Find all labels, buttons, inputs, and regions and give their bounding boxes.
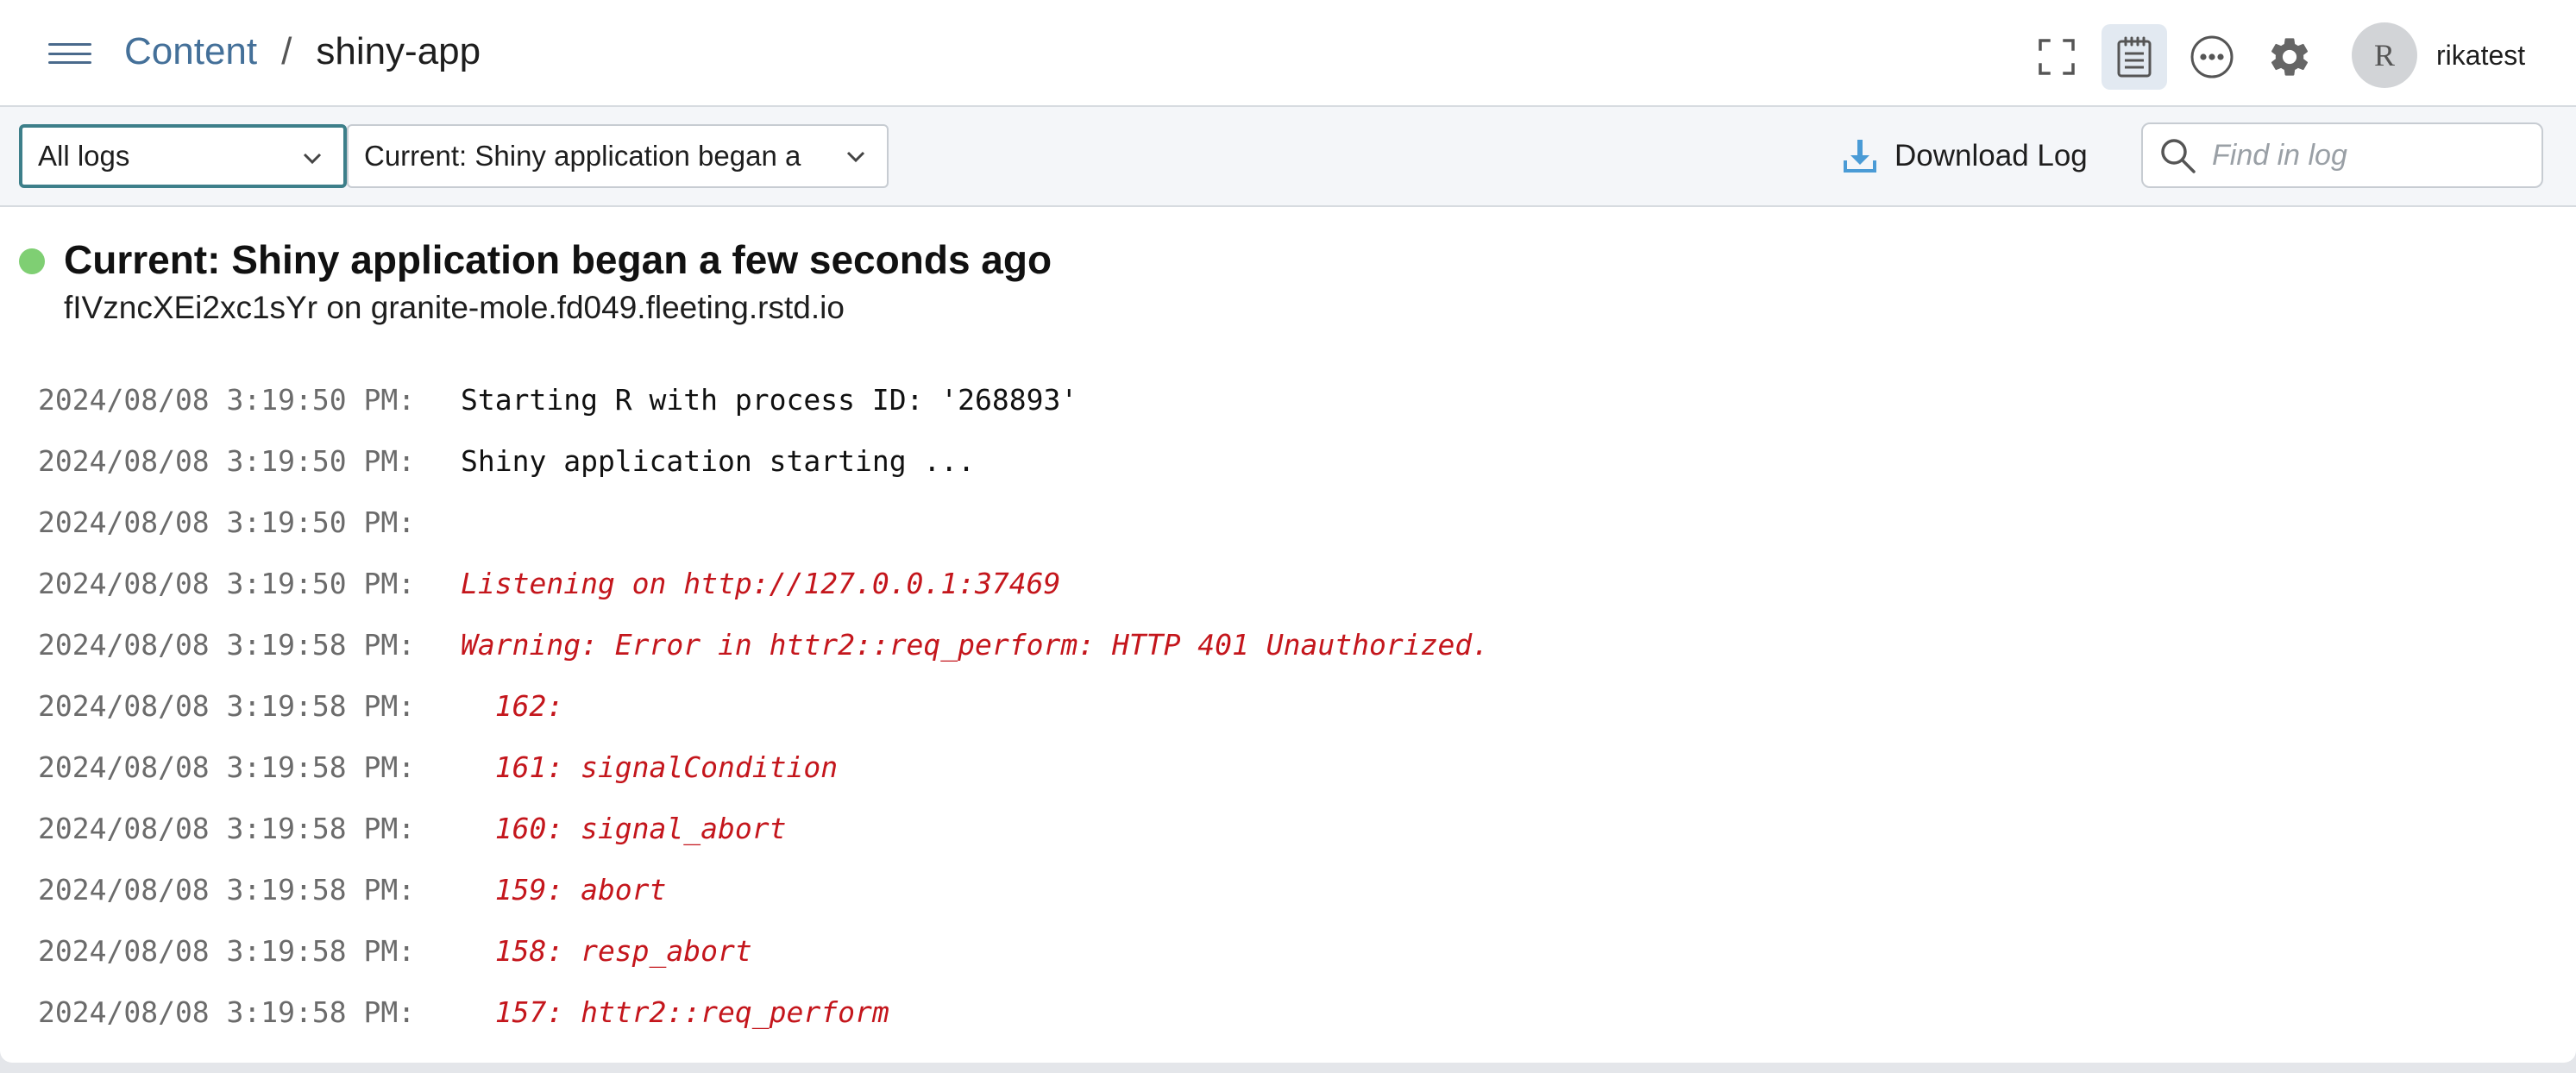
log-timestamp: 2024/08/08 3:19:58 PM: xyxy=(38,750,416,784)
log-line: 2024/08/08 3:19:50 PM: Shiny application … xyxy=(38,430,1489,492)
log-timestamp: 2024/08/08 3:19:58 PM: xyxy=(38,628,416,662)
find-in-log-search[interactable] xyxy=(2141,122,2543,188)
job-select[interactable]: Current: Shiny application began a xyxy=(347,124,889,188)
log-timestamp: 2024/08/08 3:19:58 PM: xyxy=(38,995,416,1029)
log-message: 160: signal_abort xyxy=(461,812,787,845)
log-message: Warning: Error in httr2::req_perform: HT… xyxy=(461,628,1490,662)
log-message: 162: xyxy=(461,689,581,723)
log-message: Starting R with process ID: '268893' xyxy=(461,383,1078,417)
job-select-value: Current: Shiny application began a xyxy=(364,140,801,172)
job-subtitle: fIVzncXEi2xc1sYr on granite-mole.fd049.f… xyxy=(64,290,845,325)
search-input[interactable] xyxy=(2210,137,2524,173)
log-timestamp: 2024/08/08 3:19:58 PM: xyxy=(38,873,416,907)
log-line: 2024/08/08 3:19:50 PM: Starting R with pr… xyxy=(38,369,1489,430)
status-indicator xyxy=(19,248,45,274)
log-line: 2024/08/08 3:19:58 PM: 158: resp_abort xyxy=(38,920,1489,982)
log-line: 2024/08/08 3:19:58 PM: 159: abort xyxy=(38,859,1489,920)
log-type-select-value: All logs xyxy=(38,140,130,172)
log-timestamp: 2024/08/08 3:19:50 PM: xyxy=(38,444,416,478)
log-timestamp: 2024/08/08 3:19:50 PM: xyxy=(38,505,416,539)
log-line: 2024/08/08 3:19:58 PM: 160: signal_abort xyxy=(38,798,1489,859)
avatar[interactable]: R xyxy=(2352,22,2417,88)
log-output: 2024/08/08 3:19:50 PM: Starting R with pr… xyxy=(38,369,1489,1043)
fullscreen-icon[interactable] xyxy=(2024,24,2089,90)
breadcrumb-content-link[interactable]: Content xyxy=(124,30,257,73)
log-message: Shiny application starting ... xyxy=(461,444,976,478)
breadcrumb-current: shiny-app xyxy=(316,30,481,72)
breadcrumb: Content / shiny-app xyxy=(124,26,481,78)
log-timestamp: 2024/08/08 3:19:58 PM: xyxy=(38,934,416,968)
username[interactable]: rikatest xyxy=(2436,40,2525,72)
log-line: 2024/08/08 3:19:58 PM: Warning: Error in … xyxy=(38,614,1489,675)
breadcrumb-separator: / xyxy=(281,30,292,72)
job-title: Current: Shiny application began a few s… xyxy=(64,237,1052,282)
log-line: 2024/08/08 3:19:58 PM: 161: signalCondit… xyxy=(38,737,1489,798)
download-log-label: Download Log xyxy=(1894,139,2088,173)
logs-icon[interactable] xyxy=(2102,24,2167,90)
log-line: 2024/08/08 3:19:50 PM: Listening on http:… xyxy=(38,553,1489,614)
log-message: 158: resp_abort xyxy=(461,934,752,968)
log-message: Listening on http://127.0.0.1:37469 xyxy=(461,567,1061,600)
menu-icon[interactable] xyxy=(48,43,91,64)
settings-icon[interactable] xyxy=(2257,24,2322,90)
download-log-button[interactable]: Download Log xyxy=(1843,129,2088,183)
top-header: Content / shiny-app R rikatest xyxy=(0,0,2576,107)
search-icon xyxy=(2161,139,2196,173)
log-timestamp: 2024/08/08 3:19:58 PM: xyxy=(38,812,416,845)
chevron-down-icon xyxy=(846,151,865,163)
log-timestamp: 2024/08/08 3:19:50 PM: xyxy=(38,567,416,600)
app-window: Content / shiny-app R rikatest All logs … xyxy=(0,0,2576,1063)
log-line: 2024/08/08 3:19:58 PM: 157: httr2::req_p… xyxy=(38,982,1489,1043)
log-message: 157: httr2::req_perform xyxy=(461,995,889,1029)
log-type-select[interactable]: All logs xyxy=(19,124,347,188)
log-message: 159: abort xyxy=(461,873,667,907)
more-options-icon[interactable] xyxy=(2179,24,2245,90)
log-message: 161: signalCondition xyxy=(461,750,839,784)
log-line: 2024/08/08 3:19:58 PM: 162: xyxy=(38,675,1489,737)
toolbar-icons xyxy=(2024,24,2334,90)
chevron-down-icon xyxy=(303,153,322,165)
log-timestamp: 2024/08/08 3:19:58 PM: xyxy=(38,689,416,723)
log-line: 2024/08/08 3:19:50 PM: xyxy=(38,492,1489,553)
log-timestamp: 2024/08/08 3:19:50 PM: xyxy=(38,383,416,417)
user-menu[interactable]: R rikatest xyxy=(2352,22,2525,88)
download-icon xyxy=(1844,140,1876,173)
